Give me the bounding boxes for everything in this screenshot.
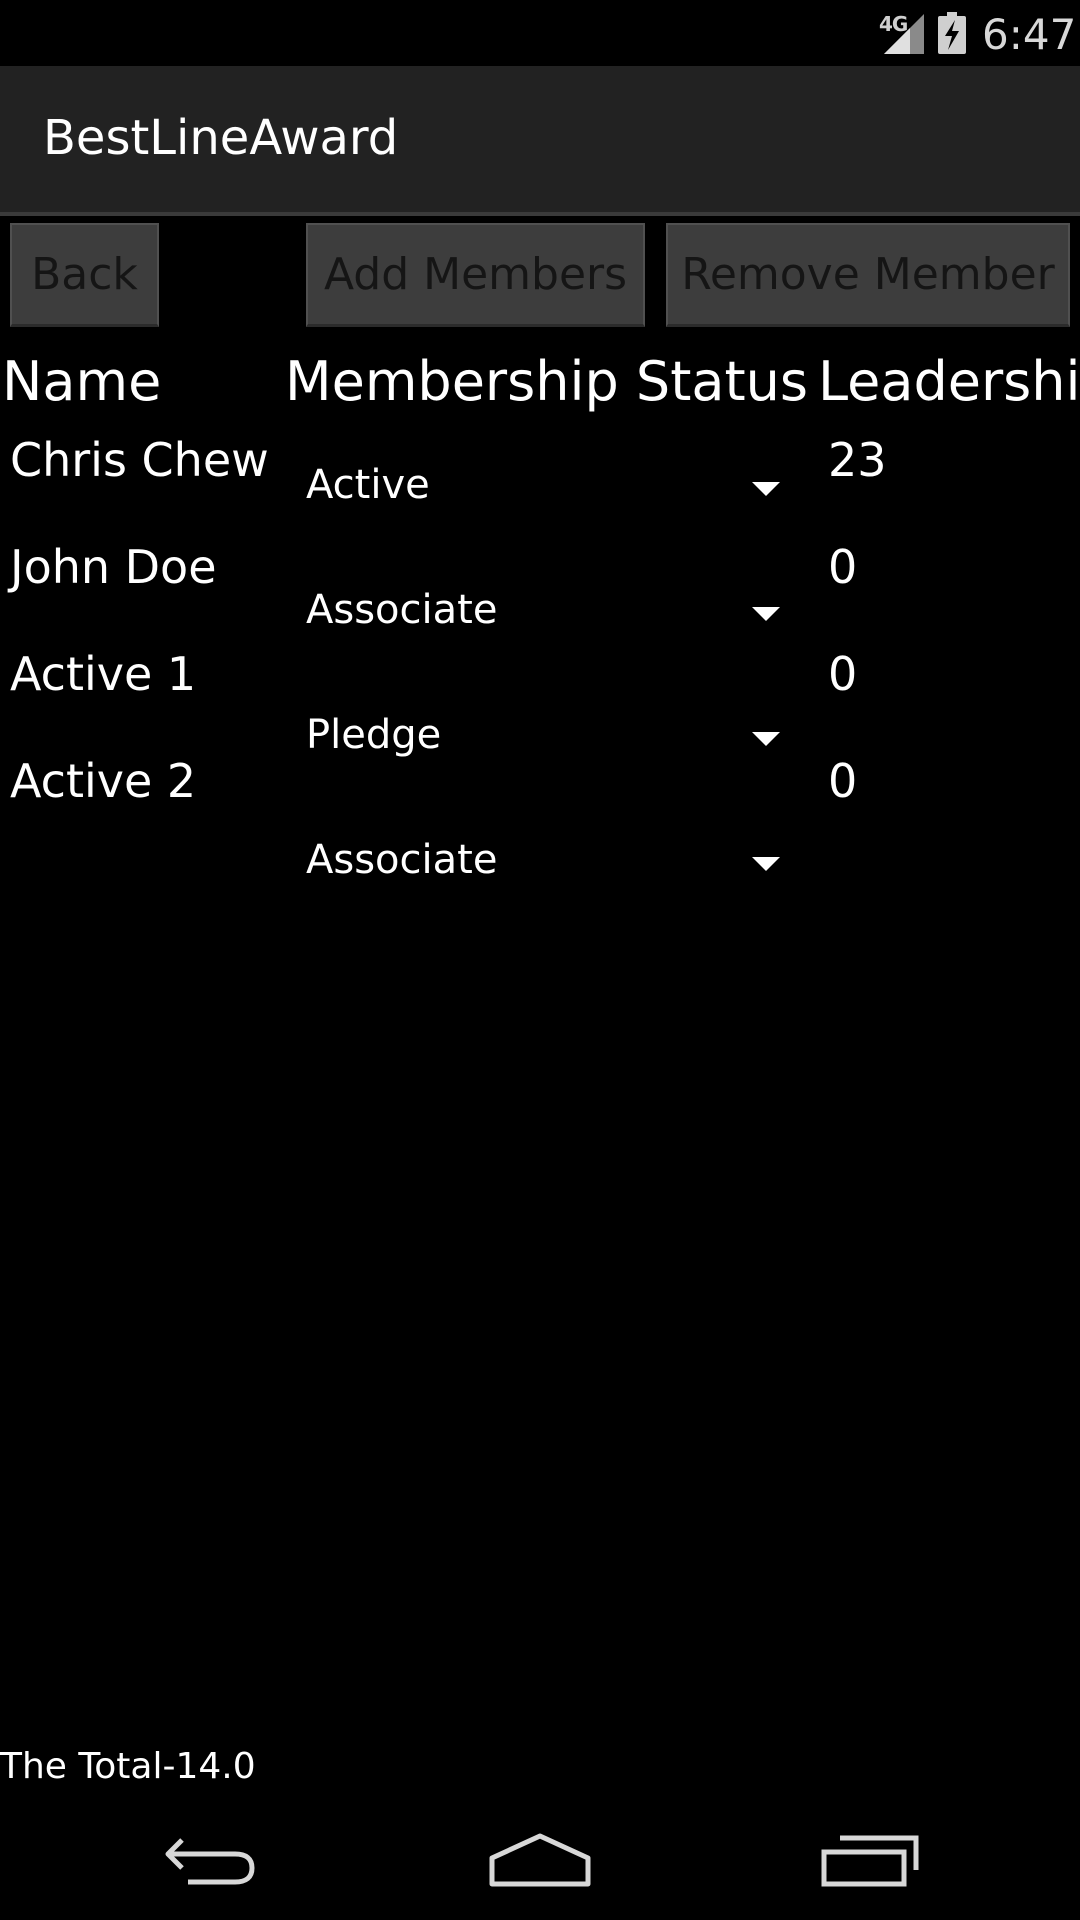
spinner-selected-value: Pledge (306, 712, 442, 758)
total-label: The Total-14.0 (0, 1746, 256, 1787)
app-title: BestLineAward (43, 110, 399, 166)
column-header-leadership: Leadership (818, 350, 1080, 413)
dropdown-arrow-icon (752, 482, 780, 496)
dropdown-arrow-icon (752, 607, 780, 621)
back-button[interactable]: Back (10, 223, 159, 327)
membership-status-spinner[interactable]: Active (306, 444, 786, 524)
back-icon[interactable] (160, 1830, 260, 1890)
clock: 6:47 (982, 10, 1077, 59)
membership-status-spinner[interactable]: Associate (306, 569, 786, 649)
recent-apps-icon[interactable] (820, 1830, 920, 1890)
leadership-value: 23 (828, 433, 887, 487)
action-bar: BestLineAward (0, 66, 1080, 216)
signal-icon (884, 14, 924, 54)
column-header-name: Name (2, 350, 162, 413)
status-bar: 4G 6:47 (0, 0, 1080, 66)
dropdown-arrow-icon (752, 857, 780, 871)
battery-charging-icon (938, 12, 966, 54)
navigation-bar (0, 1800, 1080, 1920)
add-members-button[interactable]: Add Members (306, 223, 645, 327)
leadership-value: 0 (828, 647, 858, 701)
spinner-selected-value: Active (306, 462, 430, 508)
member-name: Active 1 (10, 647, 197, 701)
leadership-value: 0 (828, 540, 858, 594)
membership-status-spinner[interactable]: Pledge (306, 694, 786, 774)
member-name: Active 2 (10, 754, 197, 808)
spinner-selected-value: Associate (306, 587, 498, 633)
member-name: Chris Chew (10, 433, 269, 487)
member-name: John Doe (10, 540, 217, 594)
home-icon[interactable] (488, 1830, 592, 1890)
column-header-membership-status: Membership Status (285, 350, 808, 413)
spinner-selected-value: Associate (306, 837, 498, 883)
remove-member-button[interactable]: Remove Member (666, 223, 1070, 327)
membership-status-spinner[interactable]: Associate (306, 819, 786, 899)
dropdown-arrow-icon (752, 732, 780, 746)
leadership-value: 0 (828, 754, 858, 808)
